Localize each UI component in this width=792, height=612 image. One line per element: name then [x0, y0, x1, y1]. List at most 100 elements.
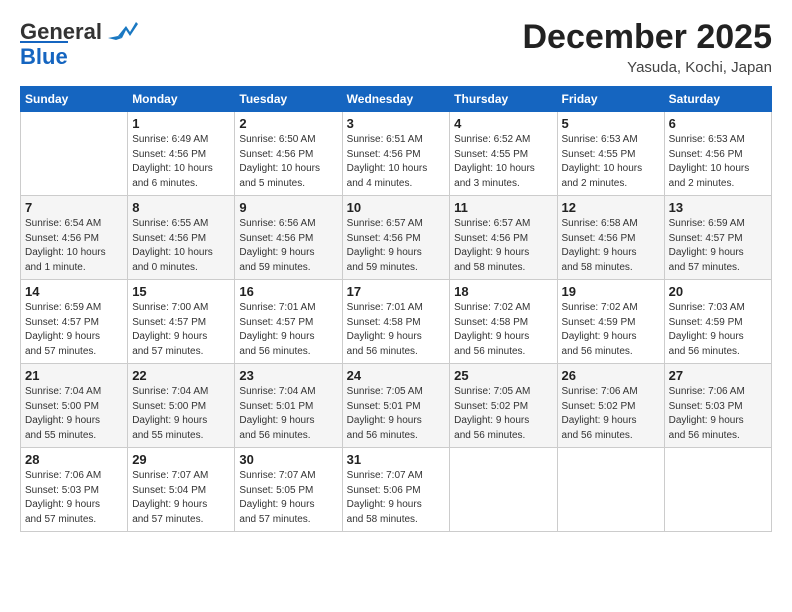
- cell-day-info: Sunrise: 6:49 AMSunset: 4:56 PMDaylight:…: [132, 133, 230, 191]
- calendar-table: SundayMondayTuesdayWednesdayThursdayFrid…: [20, 86, 772, 532]
- calendar-cell: [664, 448, 771, 532]
- cell-day-info: Sunrise: 6:59 AMSunset: 4:57 PMDaylight:…: [25, 301, 123, 359]
- cell-day-number: 30: [239, 452, 337, 467]
- calendar-cell: 11 Sunrise: 6:57 AMSunset: 4:56 PMDayligh…: [450, 196, 557, 280]
- calendar-cell: 2 Sunrise: 6:50 AMSunset: 4:56 PMDaylight…: [235, 112, 342, 196]
- calendar-cell: 16 Sunrise: 7:01 AMSunset: 4:57 PMDayligh…: [235, 280, 342, 364]
- calendar-cell: 26Sunrise: 7:06 AMSunset: 5:02 PMDayligh…: [557, 364, 664, 448]
- calendar-cell: 27 Sunrise: 7:06 AMSunset: 5:03 PMDayligh…: [664, 364, 771, 448]
- weekday-header: Monday: [128, 87, 235, 112]
- cell-day-number: 6: [669, 116, 767, 131]
- calendar-cell: 18 Sunrise: 7:02 AMSunset: 4:58 PMDayligh…: [450, 280, 557, 364]
- calendar-cell: 4 Sunrise: 6:52 AMSunset: 4:55 PMDaylight…: [450, 112, 557, 196]
- cell-day-info: Sunrise: 6:53 AMSunset: 4:55 PMDaylight:…: [562, 133, 660, 191]
- calendar-cell: [21, 112, 128, 196]
- cell-day-number: 26: [562, 368, 660, 383]
- cell-day-number: 16: [239, 284, 337, 299]
- logo: General Blue: [20, 18, 138, 70]
- logo-bird-icon: [108, 18, 138, 45]
- cell-day-info: Sunrise: 7:07 AMSunset: 5:04 PMDaylight:…: [132, 469, 230, 527]
- cell-day-info: Sunrise: 7:01 AMSunset: 4:57 PMDaylight:…: [239, 301, 337, 359]
- cell-day-number: 7: [25, 200, 123, 215]
- cell-day-number: 19: [562, 284, 660, 299]
- cell-day-info: Sunrise: 6:50 AMSunset: 4:56 PMDaylight:…: [239, 133, 337, 191]
- calendar-cell: 13Sunrise: 6:59 AMSunset: 4:57 PMDayligh…: [664, 196, 771, 280]
- cell-day-number: 4: [454, 116, 552, 131]
- calendar-cell: 23Sunrise: 7:04 AMSunset: 5:01 PMDayligh…: [235, 364, 342, 448]
- calendar-cell: 9 Sunrise: 6:56 AMSunset: 4:56 PMDaylight…: [235, 196, 342, 280]
- cell-day-info: Sunrise: 7:02 AMSunset: 4:58 PMDaylight:…: [454, 301, 552, 359]
- calendar-week-row: 7 Sunrise: 6:54 AMSunset: 4:56 PMDaylight…: [21, 196, 772, 280]
- calendar-cell: 19 Sunrise: 7:02 AMSunset: 4:59 PMDayligh…: [557, 280, 664, 364]
- cell-day-number: 1: [132, 116, 230, 131]
- calendar-cell: 24 Sunrise: 7:05 AMSunset: 5:01 PMDayligh…: [342, 364, 450, 448]
- calendar-cell: 10Sunrise: 6:57 AMSunset: 4:56 PMDayligh…: [342, 196, 450, 280]
- location: Yasuda, Kochi, Japan: [522, 59, 772, 76]
- calendar-cell: 28Sunrise: 7:06 AMSunset: 5:03 PMDayligh…: [21, 448, 128, 532]
- calendar-cell: 29 Sunrise: 7:07 AMSunset: 5:04 PMDayligh…: [128, 448, 235, 532]
- cell-day-number: 27: [669, 368, 767, 383]
- cell-day-number: 15: [132, 284, 230, 299]
- calendar-cell: 6 Sunrise: 6:53 AMSunset: 4:56 PMDaylight…: [664, 112, 771, 196]
- logo-blue: Blue: [20, 41, 68, 70]
- calendar-cell: 8Sunrise: 6:55 AMSunset: 4:56 PMDaylight…: [128, 196, 235, 280]
- cell-day-number: 28: [25, 452, 123, 467]
- cell-day-number: 25: [454, 368, 552, 383]
- cell-day-info: Sunrise: 7:01 AMSunset: 4:58 PMDaylight:…: [347, 301, 446, 359]
- weekday-header: Wednesday: [342, 87, 450, 112]
- cell-day-info: Sunrise: 6:57 AMSunset: 4:56 PMDaylight:…: [347, 217, 446, 275]
- weekday-header: Tuesday: [235, 87, 342, 112]
- weekday-header: Sunday: [21, 87, 128, 112]
- weekday-row: SundayMondayTuesdayWednesdayThursdayFrid…: [21, 87, 772, 112]
- calendar-cell: 31 Sunrise: 7:07 AMSunset: 5:06 PMDayligh…: [342, 448, 450, 532]
- cell-day-number: 17: [347, 284, 446, 299]
- cell-day-number: 14: [25, 284, 123, 299]
- cell-day-info: Sunrise: 6:56 AMSunset: 4:56 PMDaylight:…: [239, 217, 337, 275]
- month-title: December 2025: [522, 18, 772, 57]
- cell-day-number: 12: [562, 200, 660, 215]
- calendar-cell: 15 Sunrise: 7:00 AMSunset: 4:57 PMDayligh…: [128, 280, 235, 364]
- cell-day-number: 31: [347, 452, 446, 467]
- calendar-cell: [450, 448, 557, 532]
- calendar-cell: 12 Sunrise: 6:58 AMSunset: 4:56 PMDayligh…: [557, 196, 664, 280]
- cell-day-number: 5: [562, 116, 660, 131]
- cell-day-info: Sunrise: 7:06 AMSunset: 5:03 PMDaylight:…: [669, 385, 767, 443]
- calendar-cell: 14 Sunrise: 6:59 AMSunset: 4:57 PMDayligh…: [21, 280, 128, 364]
- calendar-cell: 3 Sunrise: 6:51 AMSunset: 4:56 PMDaylight…: [342, 112, 450, 196]
- calendar-cell: 20Sunrise: 7:03 AMSunset: 4:59 PMDayligh…: [664, 280, 771, 364]
- header: General Blue December 2025 Yasuda, Kochi…: [20, 18, 772, 76]
- calendar-week-row: 21Sunrise: 7:04 AMSunset: 5:00 PMDayligh…: [21, 364, 772, 448]
- calendar-cell: 17 Sunrise: 7:01 AMSunset: 4:58 PMDayligh…: [342, 280, 450, 364]
- calendar-cell: 5 Sunrise: 6:53 AMSunset: 4:55 PMDaylight…: [557, 112, 664, 196]
- cell-day-info: Sunrise: 7:07 AMSunset: 5:06 PMDaylight:…: [347, 469, 446, 527]
- cell-day-info: Sunrise: 6:55 AMSunset: 4:56 PMDaylight:…: [132, 217, 230, 275]
- cell-day-info: Sunrise: 6:54 AMSunset: 4:56 PMDaylight:…: [25, 217, 123, 275]
- cell-day-number: 29: [132, 452, 230, 467]
- calendar-cell: 30 Sunrise: 7:07 AMSunset: 5:05 PMDayligh…: [235, 448, 342, 532]
- cell-day-number: 18: [454, 284, 552, 299]
- calendar-cell: 1 Sunrise: 6:49 AMSunset: 4:56 PMDaylight…: [128, 112, 235, 196]
- cell-day-info: Sunrise: 7:02 AMSunset: 4:59 PMDaylight:…: [562, 301, 660, 359]
- cell-day-number: 2: [239, 116, 337, 131]
- cell-day-number: 3: [347, 116, 446, 131]
- weekday-header: Friday: [557, 87, 664, 112]
- cell-day-number: 22: [132, 368, 230, 383]
- calendar-cell: 25Sunrise: 7:05 AMSunset: 5:02 PMDayligh…: [450, 364, 557, 448]
- calendar-cell: 21Sunrise: 7:04 AMSunset: 5:00 PMDayligh…: [21, 364, 128, 448]
- cell-day-info: Sunrise: 7:05 AMSunset: 5:01 PMDaylight:…: [347, 385, 446, 443]
- cell-day-info: Sunrise: 6:51 AMSunset: 4:56 PMDaylight:…: [347, 133, 446, 191]
- calendar-week-row: 28Sunrise: 7:06 AMSunset: 5:03 PMDayligh…: [21, 448, 772, 532]
- cell-day-number: 24: [347, 368, 446, 383]
- cell-day-info: Sunrise: 7:04 AMSunset: 5:00 PMDaylight:…: [132, 385, 230, 443]
- cell-day-number: 11: [454, 200, 552, 215]
- cell-day-info: Sunrise: 6:58 AMSunset: 4:56 PMDaylight:…: [562, 217, 660, 275]
- cell-day-info: Sunrise: 6:53 AMSunset: 4:56 PMDaylight:…: [669, 133, 767, 191]
- calendar-week-row: 1 Sunrise: 6:49 AMSunset: 4:56 PMDaylight…: [21, 112, 772, 196]
- cell-day-info: Sunrise: 7:07 AMSunset: 5:05 PMDaylight:…: [239, 469, 337, 527]
- cell-day-info: Sunrise: 7:00 AMSunset: 4:57 PMDaylight:…: [132, 301, 230, 359]
- cell-day-info: Sunrise: 6:52 AMSunset: 4:55 PMDaylight:…: [454, 133, 552, 191]
- cell-day-number: 13: [669, 200, 767, 215]
- calendar-cell: 7 Sunrise: 6:54 AMSunset: 4:56 PMDaylight…: [21, 196, 128, 280]
- cell-day-info: Sunrise: 6:57 AMSunset: 4:56 PMDaylight:…: [454, 217, 552, 275]
- cell-day-number: 9: [239, 200, 337, 215]
